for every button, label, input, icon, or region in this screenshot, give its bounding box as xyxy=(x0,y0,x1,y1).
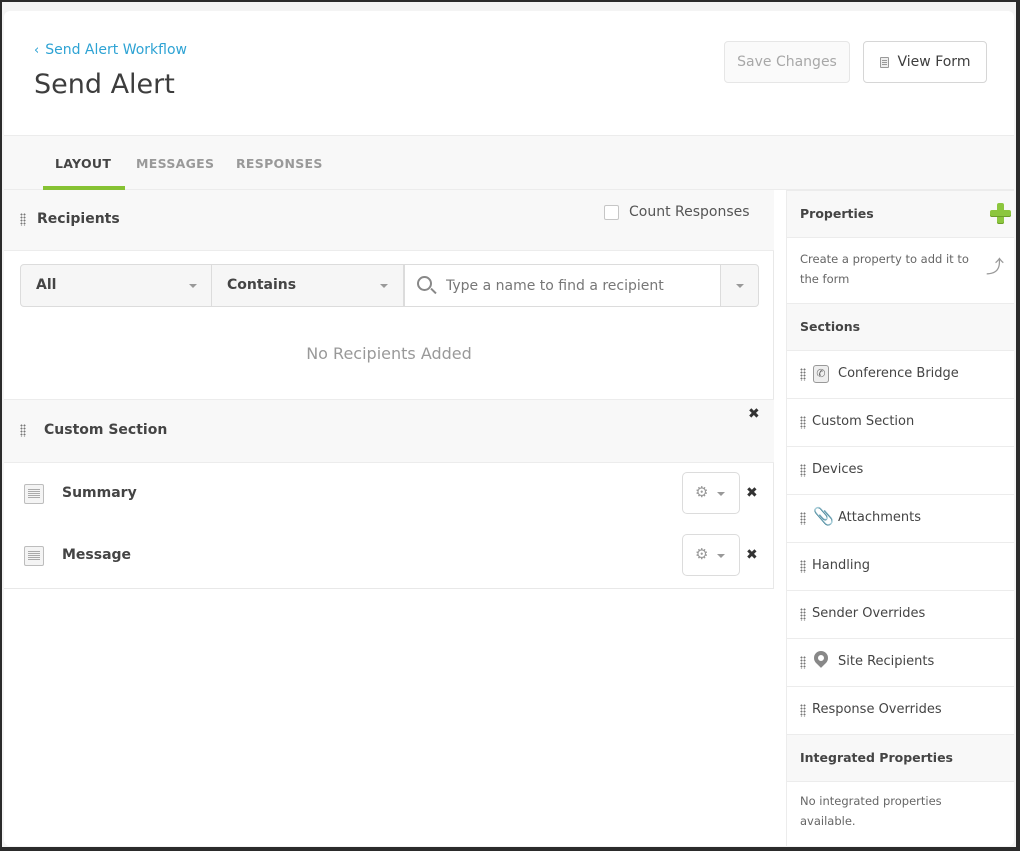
divider xyxy=(4,588,774,589)
tab-responses[interactable]: RESPONSES xyxy=(236,156,323,171)
drag-handle-icon[interactable] xyxy=(800,416,806,429)
remove-section-icon[interactable]: ✖ xyxy=(748,407,760,421)
chevron-left-icon: ‹ xyxy=(34,43,40,58)
section-item-custom-section[interactable]: Custom Section xyxy=(787,399,1014,447)
recipient-scope-select[interactable]: All xyxy=(20,264,212,307)
drag-handle-icon[interactable] xyxy=(20,424,26,437)
count-responses-label[interactable]: Count Responses xyxy=(629,204,750,220)
map-pin-icon xyxy=(811,648,831,668)
breadcrumb-back-link[interactable]: ‹ Send Alert Workflow xyxy=(34,42,187,58)
search-icon xyxy=(417,276,432,291)
custom-section-header: Custom Section ✖ xyxy=(4,399,774,463)
recipient-search-box xyxy=(404,264,721,307)
chevron-down-icon xyxy=(717,492,725,496)
gear-icon: ⚙ xyxy=(695,545,709,563)
paperclip-icon: 📎 xyxy=(813,507,835,527)
chevron-down-icon xyxy=(736,284,744,288)
sections-title: Sections xyxy=(800,319,861,334)
field-row: Message ⚙ ✖ xyxy=(4,526,774,588)
recipient-search-input[interactable] xyxy=(446,265,716,306)
text-field-icon xyxy=(24,484,44,504)
properties-sidebar: Properties Create a property to add it t… xyxy=(786,190,1014,846)
view-form-button[interactable]: View Form xyxy=(863,41,987,83)
recipient-operator-select[interactable]: Contains xyxy=(212,264,404,307)
remove-field-icon[interactable]: ✖ xyxy=(746,486,758,500)
recipient-search-dropdown-button[interactable] xyxy=(720,264,759,307)
page-card: ‹ Send Alert Workflow Send Alert Save Cha… xyxy=(4,11,1014,846)
integrated-properties-header: Integrated Properties xyxy=(787,734,1014,782)
section-item-label: Site Recipients xyxy=(838,654,935,669)
tab-messages[interactable]: MESSAGES xyxy=(136,156,214,171)
chevron-down-icon xyxy=(380,284,388,288)
section-item-label: Conference Bridge xyxy=(838,366,959,381)
recipient-operator-value: Contains xyxy=(227,277,297,293)
section-item-conference-bridge[interactable]: ✆ Conference Bridge xyxy=(787,351,1014,399)
section-item-label: Handling xyxy=(812,558,870,573)
properties-title: Properties xyxy=(800,206,874,221)
curved-arrow-up-icon: ⤴ xyxy=(986,257,1004,278)
window-frame: ‹ Send Alert Workflow Send Alert Save Cha… xyxy=(0,0,1020,851)
layout-canvas: Recipients Count Responses All Contains … xyxy=(4,190,774,588)
custom-section-title: Custom Section xyxy=(44,422,168,438)
recipients-section-header: Recipients Count Responses xyxy=(4,190,774,251)
section-item-site-recipients[interactable]: Site Recipients xyxy=(787,639,1014,687)
save-changes-button[interactable]: Save Changes xyxy=(724,41,850,83)
field-label: Message xyxy=(62,547,132,563)
integrated-properties-title: Integrated Properties xyxy=(800,750,953,765)
gear-icon: ⚙ xyxy=(695,483,709,501)
section-item-handling[interactable]: Handling xyxy=(787,543,1014,591)
tab-layout[interactable]: LAYOUT xyxy=(55,156,111,171)
count-responses-checkbox[interactable] xyxy=(604,205,619,220)
drag-handle-icon[interactable] xyxy=(800,512,806,525)
no-recipients-message: No Recipients Added xyxy=(306,344,472,363)
section-item-label: Response Overrides xyxy=(812,702,942,717)
section-item-devices[interactable]: Devices xyxy=(787,447,1014,495)
field-settings-button[interactable]: ⚙ xyxy=(682,534,740,576)
integrated-properties-empty: No integrated properties available. xyxy=(800,794,942,828)
field-label: Summary xyxy=(62,485,137,501)
tab-bar: LAYOUT MESSAGES RESPONSES xyxy=(4,135,1014,190)
section-item-sender-overrides[interactable]: Sender Overrides xyxy=(787,591,1014,639)
section-item-attachments[interactable]: 📎 Attachments xyxy=(787,495,1014,543)
view-form-label: View Form xyxy=(897,54,971,70)
section-item-label: Sender Overrides xyxy=(812,606,926,621)
section-item-label: Devices xyxy=(812,462,864,477)
recipients-title: Recipients xyxy=(37,211,120,227)
section-item-label: Custom Section xyxy=(812,414,915,429)
section-item-response-overrides[interactable]: Response Overrides xyxy=(787,687,1014,735)
chevron-down-icon xyxy=(189,284,197,288)
drag-handle-icon[interactable] xyxy=(800,608,806,621)
text-field-icon xyxy=(24,546,44,566)
drag-handle-icon[interactable] xyxy=(800,464,806,477)
field-settings-button[interactable]: ⚙ xyxy=(682,472,740,514)
add-property-icon[interactable] xyxy=(990,203,1011,224)
drag-handle-icon[interactable] xyxy=(800,560,806,573)
document-icon xyxy=(879,56,889,68)
properties-hint: Create a property to add it to the form xyxy=(800,252,969,286)
chevron-down-icon xyxy=(717,554,725,558)
drag-handle-icon[interactable] xyxy=(800,368,806,381)
breadcrumb-label: Send Alert Workflow xyxy=(45,42,187,58)
drag-handle-icon[interactable] xyxy=(20,213,26,226)
properties-header: Properties xyxy=(787,190,1014,238)
drag-handle-icon[interactable] xyxy=(800,656,806,669)
remove-field-icon[interactable]: ✖ xyxy=(746,548,758,562)
phone-icon: ✆ xyxy=(813,365,829,383)
section-item-label: Attachments xyxy=(838,510,921,525)
recipient-scope-value: All xyxy=(36,277,57,293)
field-row: Summary ⚙ ✖ xyxy=(4,464,774,526)
page-title: Send Alert xyxy=(34,69,175,100)
drag-handle-icon[interactable] xyxy=(800,704,806,717)
sections-header: Sections xyxy=(787,303,1014,351)
